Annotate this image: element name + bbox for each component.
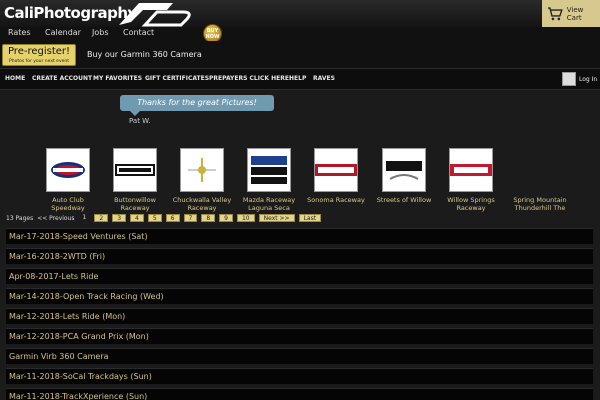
page-button[interactable]: 3	[112, 214, 127, 222]
testimonial-text: Thanks for the great Pictures!	[137, 98, 257, 107]
sonoma-logo	[314, 148, 358, 192]
event-list-label: Mar-11-2018-SoCal Trackdays (Sun)	[9, 372, 152, 381]
nav-my-favorites[interactable]: MY FAVORITES	[93, 75, 142, 82]
page-button[interactable]: 2	[94, 214, 109, 222]
event-list-label: Mar-14-2018-Open Track Racing (Wed)	[9, 292, 164, 301]
page-button[interactable]: 7	[183, 214, 198, 222]
page-button[interactable]: 9	[219, 214, 233, 222]
event-list-row[interactable]: Mar-16-2018-2WTD (Fri)	[6, 248, 593, 264]
page-button[interactable]: 6	[165, 214, 180, 222]
menu-item-rates[interactable]: Rates	[8, 28, 31, 37]
event-list-label: Mar-12-2018-PCA Grand Prix (Mon)	[9, 332, 149, 341]
event-name: Streets of Willow	[376, 196, 432, 204]
event-name: Willow Springs Raceway	[447, 196, 495, 212]
main-menu: Rates Calendar Jobs Contact	[0, 27, 600, 41]
laguna-seca-logo	[247, 148, 291, 192]
event-list-label: Mar-11-2018-TrackXperience (Sun)	[9, 392, 148, 400]
event-list-label: Mar-12-2018-Lets Ride (Mon)	[9, 312, 126, 321]
event-list-label: Mar-17-2018-Speed Ventures (Sat)	[9, 232, 148, 241]
event-list-label: Apr-08-2017-Lets Ride	[9, 272, 99, 281]
event-list-row[interactable]: Apr-08-2017-Lets Ride	[6, 268, 593, 284]
event-name: Chuckwalla Valley Raceway	[172, 196, 232, 212]
page-count-label: 13 Pages	[6, 214, 34, 222]
user-avatar-icon	[562, 72, 576, 86]
page-button[interactable]: 8	[201, 214, 216, 222]
sonoma-logo-icon	[315, 164, 357, 176]
login-button[interactable]: Log In	[562, 72, 597, 86]
page-button[interactable]: 5	[147, 214, 162, 222]
last-page-button[interactable]: Last	[298, 214, 322, 222]
buttonwillow-logo	[113, 148, 157, 192]
pagination: 13 Pages << Previous 1 2 3 4 5 6 7 8 9 1…	[6, 213, 322, 223]
event-list-row[interactable]: Mar-14-2018-Open Track Racing (Wed)	[6, 288, 593, 304]
top-header: CaliPhotography View Cart	[0, 0, 600, 27]
streets-logo-icon	[386, 161, 422, 180]
garmin-camera-link[interactable]: Buy our Garmin 360 Camera	[87, 50, 202, 59]
speedway-logo-icon	[51, 162, 85, 178]
nav-raves[interactable]: RAVES	[313, 75, 335, 82]
event-chuckwalla[interactable]: Chuckwalla Valley Raceway	[172, 148, 232, 212]
event-willow-springs[interactable]: Willow Springs Raceway	[441, 148, 501, 212]
event-name: Buttonwillow Raceway	[114, 196, 156, 212]
willow-springs-logo	[449, 148, 493, 192]
logo-mark-icon[interactable]	[113, 0, 193, 27]
menu-item-jobs[interactable]: Jobs	[92, 28, 109, 37]
event-list-row[interactable]: Mar-12-2018-Lets Ride (Mon)	[6, 308, 593, 324]
event-name: Mazda Raceway Laguna Seca	[242, 196, 296, 212]
cart-icon	[547, 6, 563, 20]
current-page: 1	[78, 214, 91, 222]
view-cart-button[interactable]: View Cart	[542, 0, 600, 27]
preregister-subtitle: Photos for your next event	[9, 59, 69, 64]
event-list-row[interactable]: Mar-11-2018-SoCal Trackdays (Sun)	[6, 368, 593, 384]
willow-springs-logo-icon	[450, 164, 492, 176]
nav-prepayers[interactable]: PREPAYERS CLICK HERE!	[209, 75, 292, 82]
event-list-label: Garmin Virb 360 Camera	[9, 352, 109, 361]
event-streets-of-willow[interactable]: Streets of Willow	[374, 148, 434, 204]
testimonial-author: Pat W.	[129, 117, 151, 125]
nav-create-account[interactable]: CREATE ACCOUNT	[32, 75, 92, 82]
event-name: Sonoma Raceway	[307, 196, 365, 204]
event-list-row[interactable]: Mar-17-2018-Speed Ventures (Sat)	[6, 228, 593, 244]
event-list-row[interactable]: Mar-12-2018-PCA Grand Prix (Mon)	[6, 328, 593, 344]
event-sonoma[interactable]: Sonoma Raceway	[306, 148, 366, 204]
chuckwalla-logo-icon	[188, 158, 216, 182]
menu-item-contact[interactable]: Contact	[123, 28, 154, 37]
event-list-row[interactable]: Mar-11-2018-TrackXperience (Sun)	[6, 388, 593, 400]
nav-help[interactable]: HELP	[289, 75, 306, 82]
next-page-button[interactable]: Next >>	[258, 214, 295, 222]
event-name: Spring Mountain Thunderhill The Thermal …	[513, 196, 567, 212]
page-button[interactable]: 4	[130, 214, 144, 222]
preregister-title: Pre-register!	[7, 46, 71, 57]
login-label: Log In	[579, 75, 598, 83]
event-spring-mountain-group[interactable]: Spring Mountain Thunderhill The Thermal …	[510, 196, 570, 212]
event-list-label: Mar-16-2018-2WTD (Fri)	[9, 252, 106, 261]
event-laguna-seca[interactable]: Mazda Raceway Laguna Seca	[239, 148, 299, 212]
laguna-seca-logo-icon	[251, 156, 287, 184]
menu-item-calendar[interactable]: Calendar	[45, 28, 81, 37]
page-button[interactable]: 10	[236, 214, 255, 222]
nav-home[interactable]: HOME	[5, 75, 25, 82]
previous-page-link[interactable]: << Previous	[37, 215, 74, 222]
nav-bar: HOME CREATE ACCOUNT MY FAVORITES GIFT CE…	[0, 68, 600, 90]
auto-club-speedway-logo	[46, 148, 90, 192]
streets-of-willow-logo	[382, 148, 426, 192]
event-auto-club-speedway[interactable]: Auto Club Speedway	[38, 148, 98, 212]
buttonwillow-logo-icon	[115, 164, 155, 176]
event-list-row[interactable]: Garmin Virb 360 Camera	[6, 348, 593, 364]
view-cart-label: View Cart	[566, 5, 584, 22]
chuckwalla-logo	[180, 148, 224, 192]
testimonial-bubble-tail	[130, 111, 140, 116]
nav-gift-certificates[interactable]: GIFT CERTIFICATES	[145, 75, 209, 82]
event-buttonwillow[interactable]: Buttonwillow Raceway	[105, 148, 165, 212]
preregister-button[interactable]: Pre-register! Photos for your next event	[2, 44, 76, 66]
event-name: Auto Club Speedway	[51, 196, 85, 212]
